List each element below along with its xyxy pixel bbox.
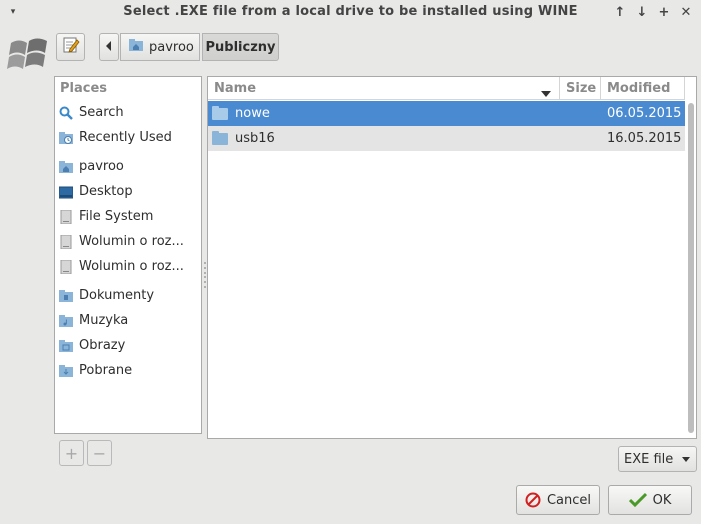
wine-logo-icon [7,35,51,71]
column-size-header[interactable]: Size [560,77,601,100]
type-filename-button[interactable] [56,33,85,61]
window-title: Select .EXE file from a local drive to b… [123,4,578,19]
remove-bookmark-button[interactable]: − [87,440,112,466]
file-name-cell: nowe [212,101,270,126]
folder-icon [212,105,228,120]
edit-pencil-icon [62,36,80,58]
cancel-icon [525,492,541,508]
sidebar-item-music[interactable]: Muzyka [55,309,201,332]
file-name: usb16 [235,131,275,146]
recent-folder-icon [59,131,73,145]
sidebar-item-volume-1[interactable]: Wolumin o roz... [55,230,201,253]
breadcrumb-home-label: pavroo [149,39,194,55]
column-name-label: Name [214,80,257,96]
close-button[interactable]: ✕ [677,3,695,21]
sidebar-item-label: File System [79,209,154,224]
sidebar-item-documents[interactable]: Dokumenty [55,284,201,307]
file-modified: 06.05.2015 [607,106,682,121]
downloads-folder-icon [59,364,73,378]
checkmark-icon [628,492,647,508]
breadcrumb-current[interactable]: Publiczny [202,33,279,61]
sidebar-item-label: Recently Used [79,130,172,145]
sidebar-item-label: pavroo [79,159,124,174]
home-folder-icon [59,160,73,174]
column-modified-header[interactable]: Modified [601,77,685,100]
column-name-header[interactable]: Name [208,77,560,100]
ok-button[interactable]: OK [608,485,692,515]
pictures-folder-icon [59,339,73,353]
documents-folder-icon [59,289,73,303]
music-folder-icon [59,314,73,328]
sort-descending-icon [541,86,551,101]
scrollbar-thumb[interactable] [688,103,694,433]
maximize-button[interactable]: + [655,3,673,21]
sidebar-item-file-system[interactable]: File System [55,205,201,228]
breadcrumb-home[interactable]: pavroo [120,33,200,61]
sidebar-item-downloads[interactable]: Pobrane [55,359,201,382]
file-modified: 16.05.2015 [607,131,682,146]
drive-icon [59,259,73,274]
pane-splitter[interactable] [203,262,206,288]
sidebar-item-search[interactable]: Search [55,101,201,124]
places-sidebar: Places Search Recently Used pavroo Deskt… [54,76,202,434]
file-list: Name Size Modified nowe 06.05.2015 usb16… [207,76,697,439]
ok-label: OK [652,492,672,508]
sidebar-item-label: Dokumenty [79,288,155,303]
file-type-filter-value: EXE file [624,451,674,467]
chevron-down-icon [682,457,690,462]
home-folder-icon [129,39,143,55]
move-up-button[interactable]: ↑ [611,3,629,21]
cancel-button[interactable]: Cancel [516,485,600,515]
title-bar: ▾ Select .EXE file from a local drive to… [0,0,701,25]
desktop-icon [58,185,74,199]
sidebar-item-label: Wolumin o roz... [79,234,184,249]
move-down-button[interactable]: ↓ [633,3,651,21]
sidebar-item-home[interactable]: pavroo [55,155,201,178]
cancel-label: Cancel [546,492,592,508]
file-list-scrollbar[interactable] [686,101,696,438]
chevron-left-icon [105,40,113,55]
search-icon [59,106,73,120]
table-row[interactable]: nowe 06.05.2015 [208,101,685,126]
sidebar-item-recently-used[interactable]: Recently Used [55,126,201,149]
file-name-cell: usb16 [212,126,275,151]
folder-icon [212,130,228,145]
sidebar-item-desktop[interactable]: Desktop [55,180,201,203]
places-header: Places [60,81,108,96]
sidebar-item-pictures[interactable]: Obrazy [55,334,201,357]
sidebar-item-label: Pobrane [79,363,133,378]
breadcrumb-back-button[interactable] [99,33,119,61]
drive-icon [59,234,73,249]
sidebar-item-label: Wolumin o roz... [79,259,184,274]
add-bookmark-button[interactable]: + [59,440,84,466]
table-row[interactable]: usb16 16.05.2015 [208,126,685,151]
sidebar-item-label: Search [79,105,124,120]
file-type-filter[interactable]: EXE file [618,446,697,472]
sidebar-item-volume-2[interactable]: Wolumin o roz... [55,255,201,278]
sidebar-item-label: Obrazy [79,338,126,353]
sidebar-item-label: Muzyka [79,313,129,328]
sidebar-item-label: Desktop [79,184,133,199]
file-name: nowe [235,106,270,121]
drive-icon [59,209,73,224]
